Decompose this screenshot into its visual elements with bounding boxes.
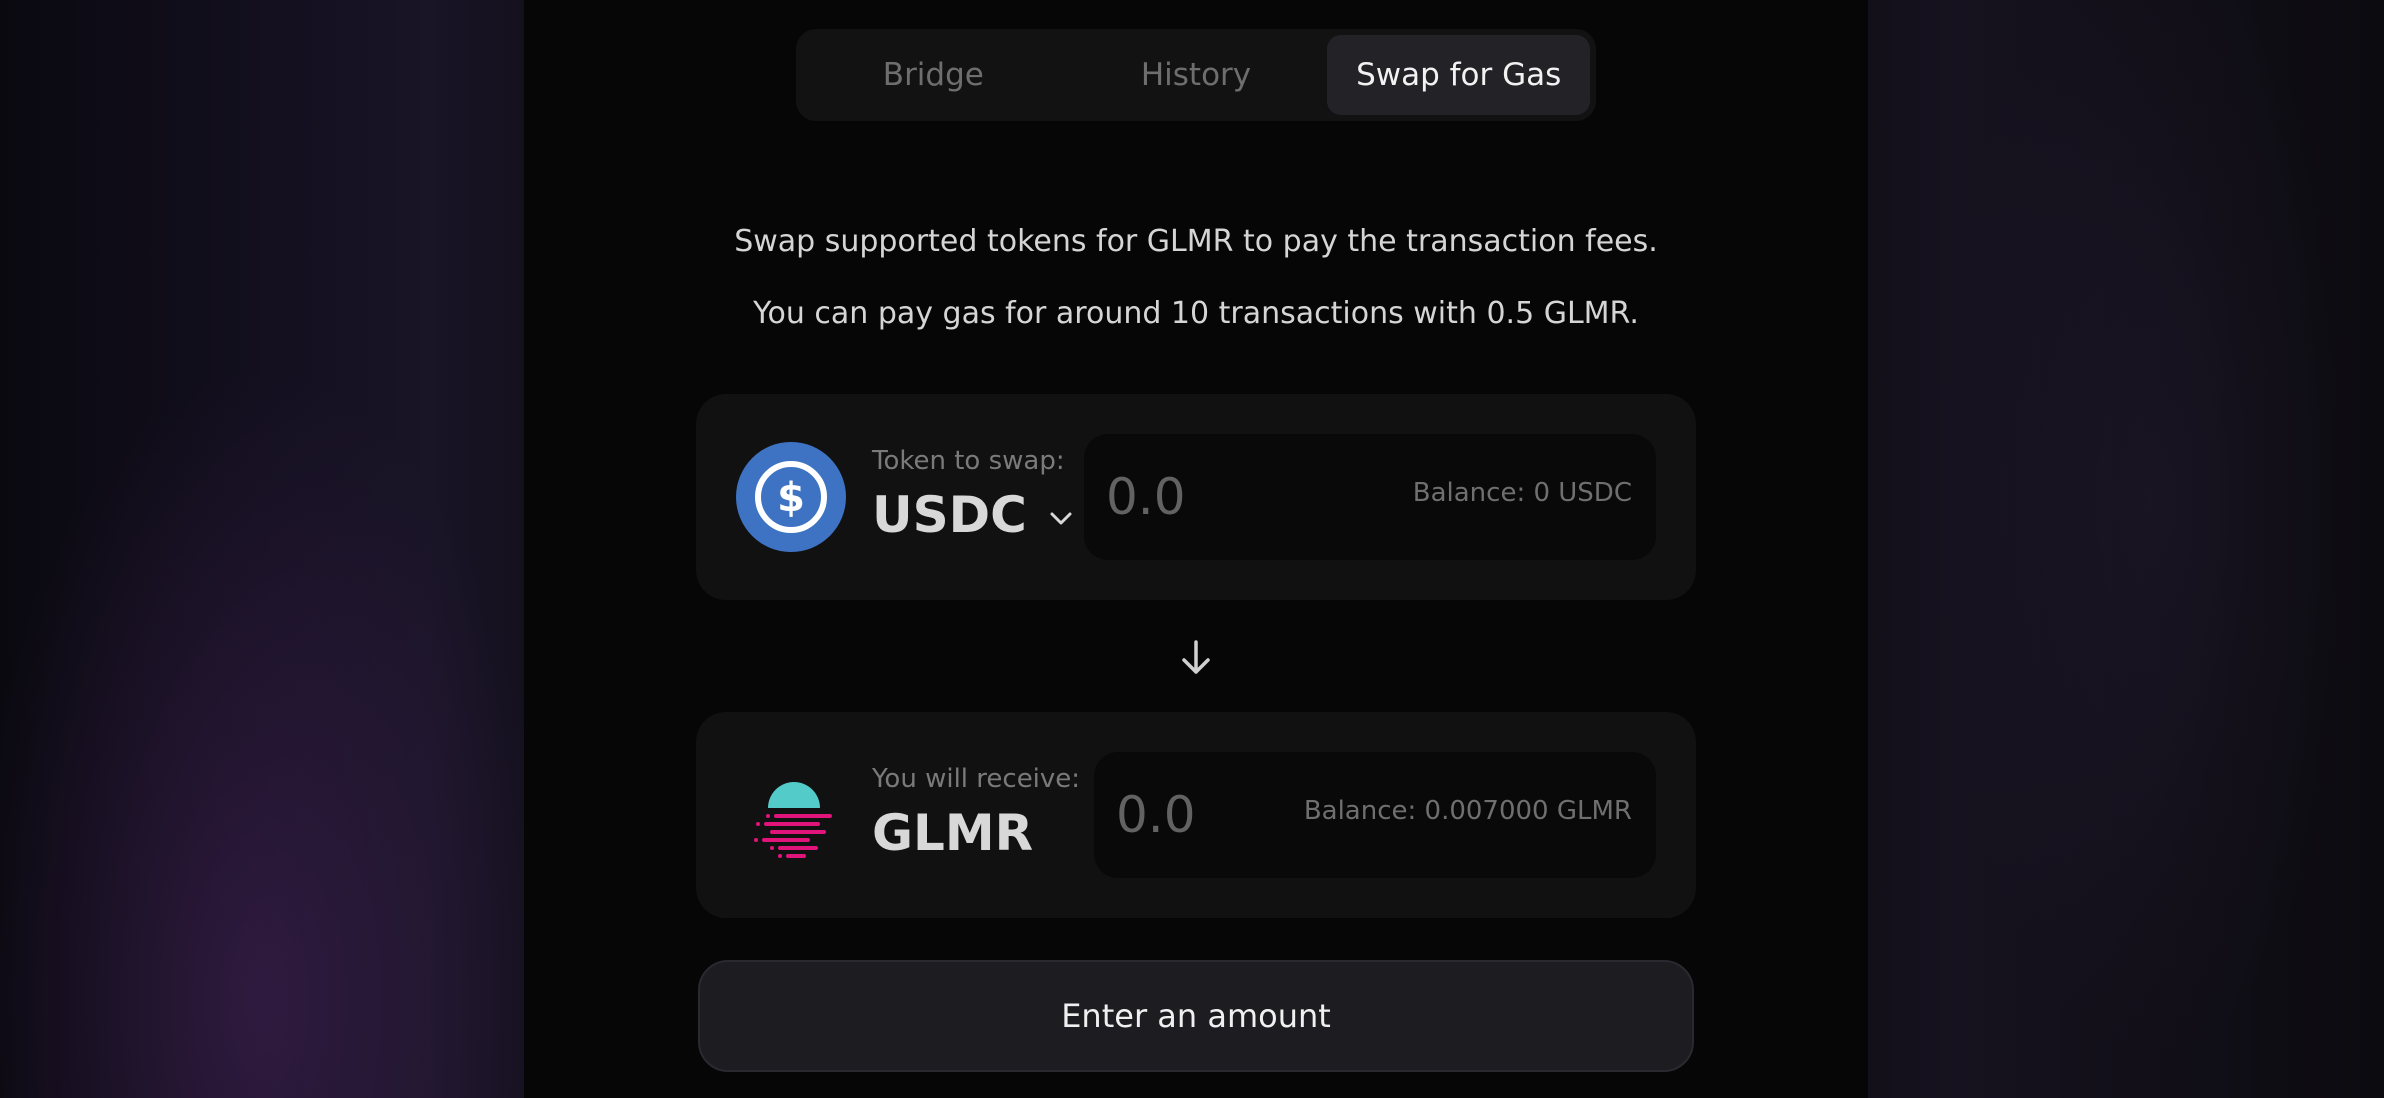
- token-to-swap-label: Token to swap:: [872, 446, 1065, 476]
- swap-to-card: You will receive: GLMR Balance: 0.007000…: [696, 712, 1696, 918]
- token-selector[interactable]: USDC: [872, 486, 1073, 544]
- receive-token: GLMR: [872, 804, 1033, 862]
- swap-to-balance: Balance: 0.007000 GLMR: [1303, 796, 1632, 826]
- tab-swap-for-gas[interactable]: Swap for Gas: [1327, 35, 1591, 115]
- you-will-receive-label: You will receive:: [872, 764, 1081, 794]
- description-line-1: Swap supported tokens for GLMR to pay th…: [734, 224, 1658, 259]
- receive-token-value: GLMR: [872, 804, 1034, 862]
- swap-from-balance: Balance: 0 USDC: [1412, 478, 1632, 508]
- glmr-icon: [754, 782, 832, 858]
- tab-bridge[interactable]: Bridge: [802, 35, 1065, 115]
- token-selector-value: USDC: [872, 486, 1027, 544]
- swap-from-card: $ Token to swap: USDC Balance: 0 USDC: [696, 394, 1696, 600]
- swap-panel: Bridge History Swap for Gas Swap support…: [524, 0, 1868, 1098]
- swap-amount-input[interactable]: [1106, 464, 1346, 530]
- tab-bar: Bridge History Swap for Gas: [796, 29, 1596, 121]
- tab-history[interactable]: History: [1065, 35, 1328, 115]
- swap-amount-field: Balance: 0 USDC: [1084, 434, 1656, 560]
- arrow-down-icon: [1182, 640, 1210, 674]
- chevron-down-icon: [1050, 512, 1072, 525]
- receive-amount-field: Balance: 0.007000 GLMR: [1094, 752, 1656, 878]
- usdc-icon: $: [736, 442, 846, 552]
- enter-amount-button[interactable]: Enter an amount: [698, 960, 1694, 1072]
- svg-text:$: $: [777, 475, 805, 521]
- description-line-2: You can pay gas for around 10 transactio…: [753, 296, 1639, 331]
